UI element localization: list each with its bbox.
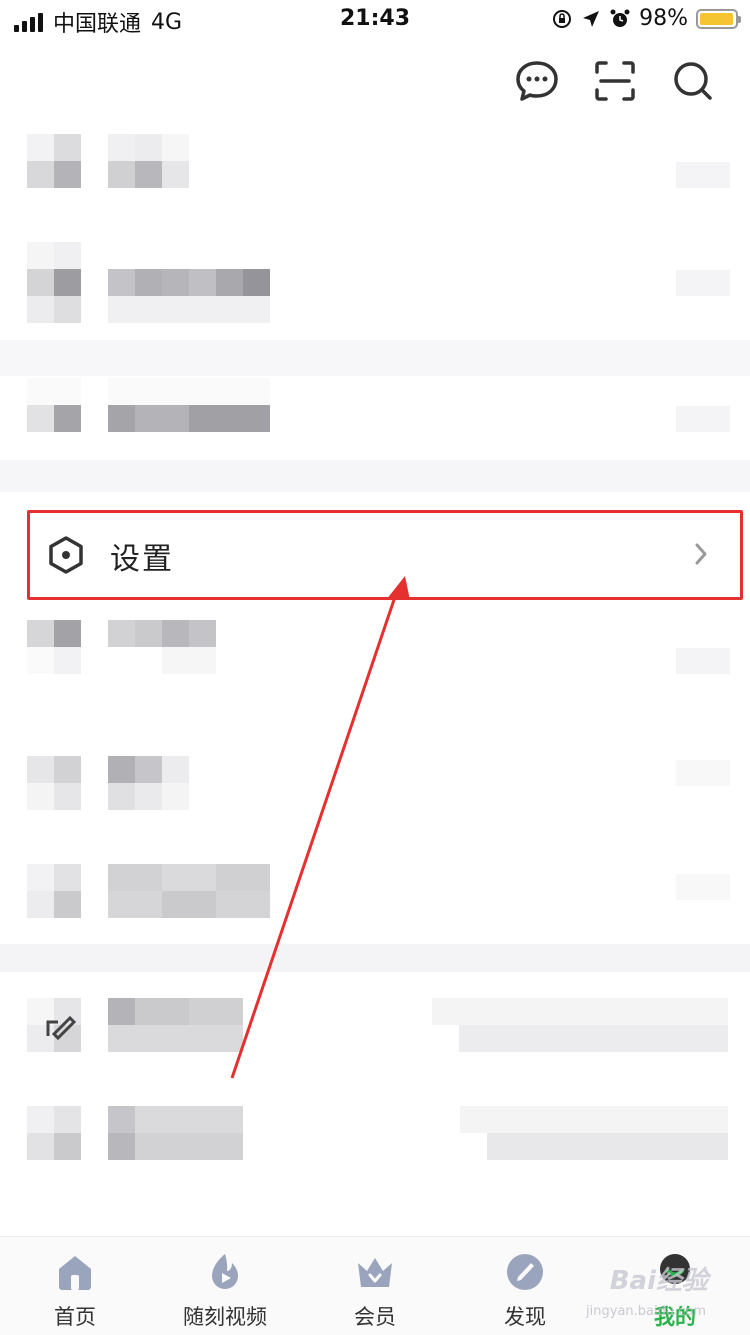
- list-item[interactable]: [0, 756, 750, 810]
- watermark-brand: Bai经验: [609, 1266, 708, 1296]
- pixelated-value: [676, 648, 730, 674]
- pixelated-icon: [27, 378, 81, 432]
- pixelated-label: [108, 134, 189, 188]
- tab-bar: 首页 随刻视频 会员 发现 我的 Bai经验 jingyan.baidu.com: [0, 1236, 750, 1335]
- tab-label: 会员: [354, 1305, 396, 1329]
- pixelated-icon: [27, 1106, 81, 1160]
- section-divider: [0, 460, 750, 492]
- pixelated-value: [676, 874, 730, 900]
- pixelated-value: [676, 270, 730, 296]
- message-icon[interactable]: [514, 58, 560, 104]
- list-item[interactable]: [0, 998, 750, 1052]
- pixelated-icon: [27, 620, 81, 674]
- pixelated-detail: [460, 1106, 728, 1160]
- list-item[interactable]: [0, 864, 750, 918]
- rotation-lock-icon: [553, 9, 572, 28]
- pixelated-icon: [27, 756, 81, 810]
- home-icon: [59, 1256, 91, 1290]
- scan-icon[interactable]: [592, 58, 638, 104]
- tab-vip[interactable]: 会员: [300, 1237, 450, 1335]
- list-item[interactable]: [0, 242, 750, 324]
- pixelated-value: [676, 162, 730, 188]
- edit-icon: [46, 1015, 77, 1040]
- list-item[interactable]: [0, 620, 750, 702]
- search-icon[interactable]: [670, 58, 716, 104]
- pixelated-value: [676, 406, 730, 432]
- location-icon: [583, 10, 600, 27]
- tab-label: 随刻视频: [183, 1305, 267, 1329]
- pixelated-label: [108, 864, 270, 918]
- tab-video[interactable]: 随刻视频: [150, 1237, 300, 1335]
- list-item[interactable]: [0, 134, 750, 214]
- status-bar: 中国联通 4G 21:43 98%: [0, 0, 750, 40]
- pixelated-label: [108, 620, 216, 674]
- list-item[interactable]: [0, 1106, 750, 1160]
- pixelated-label: [108, 378, 270, 432]
- tab-label: 发现: [504, 1305, 546, 1329]
- list-item[interactable]: [0, 378, 750, 458]
- pixelated-icon: [27, 864, 81, 918]
- hexagon-settings-icon: [49, 536, 83, 574]
- settings-row[interactable]: 设置: [27, 510, 743, 600]
- pixelated-label: [108, 269, 270, 323]
- battery-percent: 98%: [639, 6, 688, 31]
- section-divider: [0, 944, 750, 972]
- section-divider: [0, 340, 750, 376]
- pixelated-value: [676, 760, 730, 786]
- compass-icon: [507, 1254, 543, 1290]
- alarm-icon: [610, 9, 630, 27]
- pixelated-icon: [27, 242, 81, 323]
- pixelated-detail: [432, 998, 728, 1052]
- flame-icon: [212, 1254, 238, 1289]
- pixelated-label: [108, 998, 243, 1052]
- tab-discover[interactable]: 发现: [450, 1237, 600, 1335]
- watermark-site: jingyan.baidu.com: [586, 1304, 706, 1319]
- pixelated-icon: [27, 134, 81, 188]
- battery-icon: [696, 8, 741, 29]
- pixelated-label: [108, 756, 189, 810]
- chevron-right-icon: [695, 543, 707, 565]
- tab-label: 首页: [54, 1305, 96, 1329]
- settings-label: 设置: [110, 542, 174, 577]
- crown-icon: [358, 1258, 392, 1287]
- pixelated-label: [108, 1106, 243, 1160]
- tab-home[interactable]: 首页: [0, 1237, 150, 1335]
